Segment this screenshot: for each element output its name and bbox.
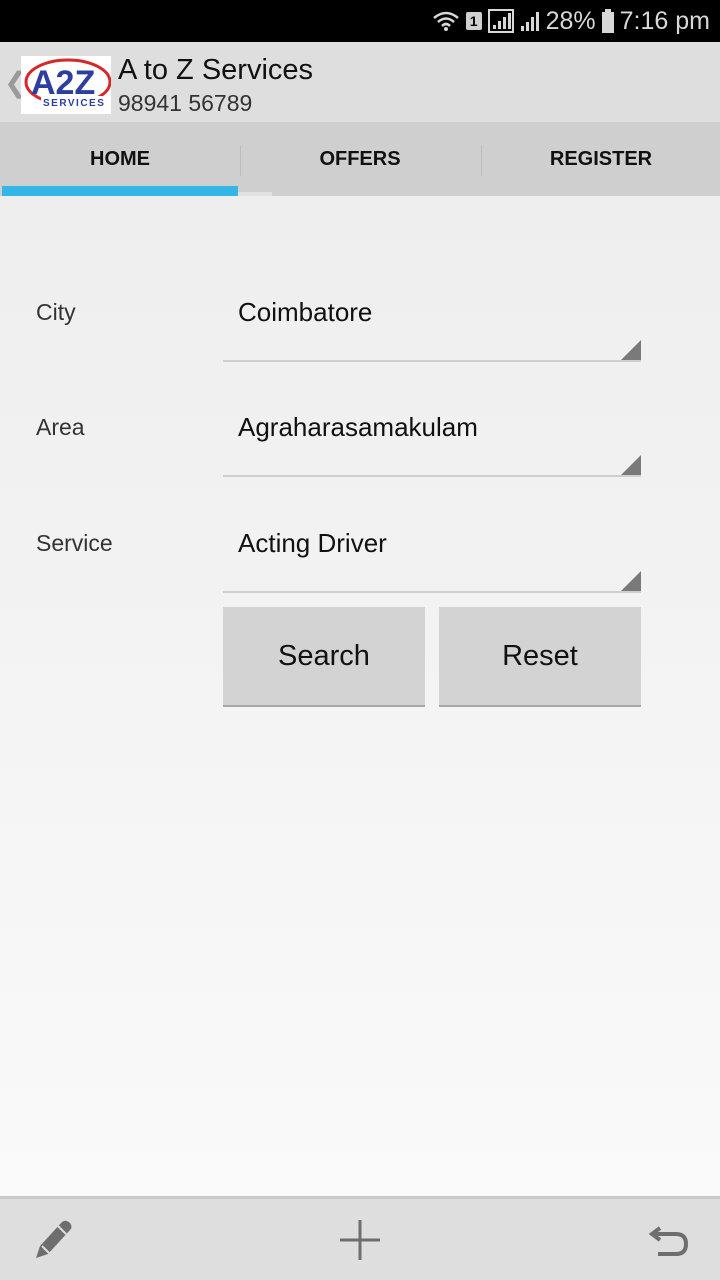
app-title: A to Z Services xyxy=(118,54,314,86)
app-logo[interactable]: A2Z SERVICES xyxy=(21,56,112,114)
battery-percent: 28% xyxy=(545,6,596,35)
dropdown-arrow-icon xyxy=(621,340,641,360)
app-bar: ❮ A2Z SERVICES A to Z Services 98941 567… xyxy=(0,42,720,122)
area-label: Area xyxy=(36,414,85,440)
search-button[interactable]: Search xyxy=(223,607,425,707)
dropdown-arrow-icon xyxy=(621,455,641,475)
battery-icon xyxy=(601,9,614,33)
tab-register[interactable]: REGISTER xyxy=(481,122,720,196)
wifi-icon xyxy=(432,10,460,32)
undo-icon[interactable] xyxy=(645,1215,695,1265)
service-value: Acting Driver xyxy=(238,528,387,558)
signal-icon-2 xyxy=(520,10,540,32)
signal-icon xyxy=(487,9,514,33)
service-spinner[interactable]: Acting Driver xyxy=(223,528,641,593)
service-label: Service xyxy=(36,530,113,556)
sim-icon: 1 xyxy=(465,12,482,30)
tab-indicator-tail xyxy=(238,192,272,196)
tab-indicator xyxy=(2,186,238,196)
pencil-icon[interactable] xyxy=(27,1215,77,1265)
city-label: City xyxy=(36,299,76,325)
area-value: Agraharasamakulam xyxy=(238,412,478,442)
tab-home[interactable]: HOME xyxy=(0,122,240,196)
dropdown-arrow-icon xyxy=(621,571,641,591)
tab-offers[interactable]: OFFERS xyxy=(240,122,480,196)
clock: 7:16 pm xyxy=(619,6,710,35)
city-spinner[interactable]: Coimbatore xyxy=(223,297,641,362)
status-bar: 1 28% 7:16 pm xyxy=(0,0,720,42)
bottom-action-bar xyxy=(0,1196,720,1280)
svg-text:SERVICES: SERVICES xyxy=(43,98,105,109)
app-phone: 98941 56789 xyxy=(118,90,253,116)
city-value: Coimbatore xyxy=(238,297,373,327)
area-spinner[interactable]: Agraharasamakulam xyxy=(223,412,641,477)
plus-icon[interactable] xyxy=(335,1215,385,1265)
reset-button[interactable]: Reset xyxy=(439,607,641,707)
tab-bar: HOME OFFERS REGISTER xyxy=(0,122,720,196)
